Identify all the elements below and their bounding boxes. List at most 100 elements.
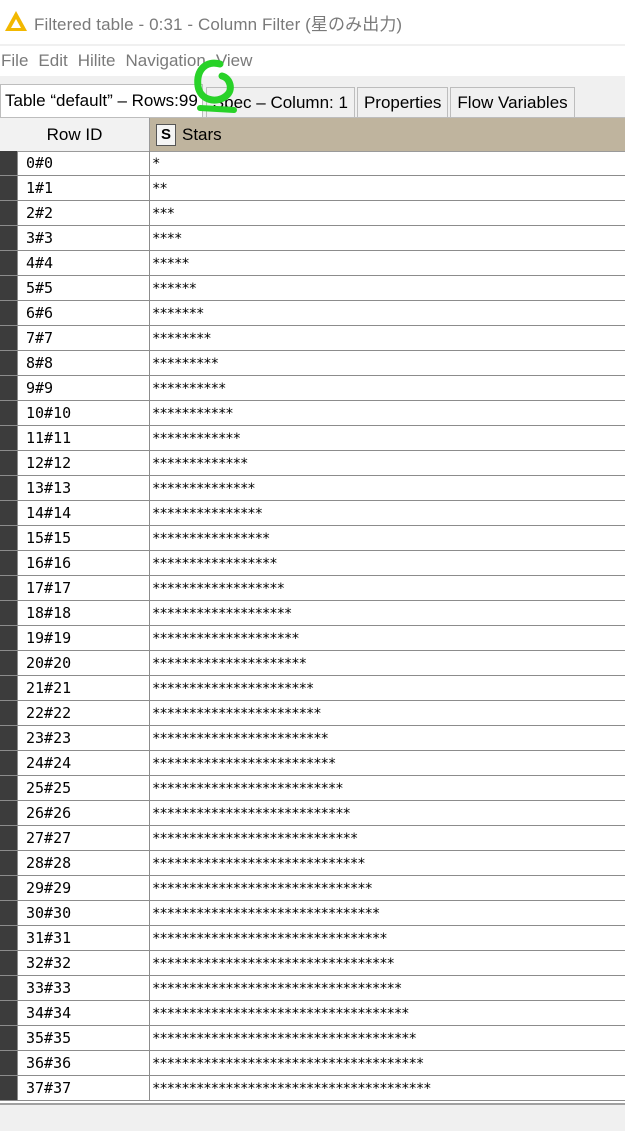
menu-file[interactable]: File bbox=[1, 51, 38, 71]
stars-cell[interactable]: **************************** bbox=[150, 826, 625, 850]
table-row[interactable]: 17#17 ****************** bbox=[0, 576, 625, 601]
stars-cell[interactable]: ******************************* bbox=[150, 901, 625, 925]
row-id-cell[interactable]: 4#4 bbox=[18, 251, 150, 275]
row-id-cell[interactable]: 12#12 bbox=[18, 451, 150, 475]
table-row[interactable]: 10#10 *********** bbox=[0, 401, 625, 426]
table-row[interactable]: 22#22 *********************** bbox=[0, 701, 625, 726]
stars-cell[interactable]: ************* bbox=[150, 451, 625, 475]
table-row[interactable]: 36#36 ***********************************… bbox=[0, 1051, 625, 1076]
stars-cell[interactable]: **** bbox=[150, 226, 625, 250]
table-row[interactable]: 9#9 ********** bbox=[0, 376, 625, 401]
stars-cell[interactable]: ***************************** bbox=[150, 851, 625, 875]
row-id-cell[interactable]: 29#29 bbox=[18, 876, 150, 900]
table-row[interactable]: 5#5 ****** bbox=[0, 276, 625, 301]
table-row[interactable]: 14#14 *************** bbox=[0, 501, 625, 526]
row-id-cell[interactable]: 27#27 bbox=[18, 826, 150, 850]
row-id-cell[interactable]: 30#30 bbox=[18, 901, 150, 925]
row-id-cell[interactable]: 10#10 bbox=[18, 401, 150, 425]
stars-cell[interactable]: ************************* bbox=[150, 751, 625, 775]
row-id-cell[interactable]: 32#32 bbox=[18, 951, 150, 975]
table-row[interactable]: 0#0 * bbox=[0, 151, 625, 176]
stars-cell[interactable]: ************************** bbox=[150, 776, 625, 800]
stars-cell[interactable]: ********************* bbox=[150, 651, 625, 675]
menu-edit[interactable]: Edit bbox=[38, 51, 77, 71]
row-id-cell[interactable]: 14#14 bbox=[18, 501, 150, 525]
row-id-cell[interactable]: 17#17 bbox=[18, 576, 150, 600]
stars-cell[interactable]: ********* bbox=[150, 351, 625, 375]
table-row[interactable]: 1#1 ** bbox=[0, 176, 625, 201]
stars-cell[interactable]: * bbox=[150, 151, 625, 175]
stars-cell[interactable]: ****** bbox=[150, 276, 625, 300]
menu-hilite[interactable]: Hilite bbox=[78, 51, 126, 71]
stars-cell[interactable]: *********************** bbox=[150, 701, 625, 725]
stars-cell[interactable]: ******** bbox=[150, 326, 625, 350]
table-row[interactable]: 35#35 ***********************************… bbox=[0, 1026, 625, 1051]
table-row[interactable]: 21#21 ********************** bbox=[0, 676, 625, 701]
stars-cell[interactable]: ************************************* bbox=[150, 1051, 625, 1075]
table-row[interactable]: 7#7 ******** bbox=[0, 326, 625, 351]
row-id-cell[interactable]: 2#2 bbox=[18, 201, 150, 225]
stars-cell[interactable]: *************************** bbox=[150, 801, 625, 825]
row-id-cell[interactable]: 35#35 bbox=[18, 1026, 150, 1050]
column-header-stars[interactable]: S Stars bbox=[150, 118, 625, 151]
stars-cell[interactable]: ************************************** bbox=[150, 1076, 625, 1100]
row-id-cell[interactable]: 16#16 bbox=[18, 551, 150, 575]
stars-cell[interactable]: ****************************** bbox=[150, 876, 625, 900]
row-id-cell[interactable]: 1#1 bbox=[18, 176, 150, 200]
stars-cell[interactable]: ************** bbox=[150, 476, 625, 500]
table-row[interactable]: 19#19 ******************** bbox=[0, 626, 625, 651]
stars-cell[interactable]: ********************************** bbox=[150, 976, 625, 1000]
row-id-cell[interactable]: 23#23 bbox=[18, 726, 150, 750]
row-id-cell[interactable]: 22#22 bbox=[18, 701, 150, 725]
table-row[interactable]: 33#33 ********************************** bbox=[0, 976, 625, 1001]
stars-cell[interactable]: *********************************** bbox=[150, 1001, 625, 1025]
row-id-cell[interactable]: 6#6 bbox=[18, 301, 150, 325]
horizontal-scrollbar[interactable] bbox=[0, 1105, 625, 1131]
stars-cell[interactable]: *************** bbox=[150, 501, 625, 525]
row-id-cell[interactable]: 33#33 bbox=[18, 976, 150, 1000]
row-id-cell[interactable]: 34#34 bbox=[18, 1001, 150, 1025]
table-row[interactable]: 29#29 ****************************** bbox=[0, 876, 625, 901]
row-id-cell[interactable]: 25#25 bbox=[18, 776, 150, 800]
table-row[interactable]: 32#32 ********************************* bbox=[0, 951, 625, 976]
row-id-cell[interactable]: 5#5 bbox=[18, 276, 150, 300]
row-id-cell[interactable]: 26#26 bbox=[18, 801, 150, 825]
row-id-cell[interactable]: 19#19 bbox=[18, 626, 150, 650]
tab-spec[interactable]: Spec – Column: 1 bbox=[205, 87, 355, 117]
table-row[interactable]: 8#8 ********* bbox=[0, 351, 625, 376]
table-row[interactable]: 12#12 ************* bbox=[0, 451, 625, 476]
table-row[interactable]: 13#13 ************** bbox=[0, 476, 625, 501]
stars-cell[interactable]: ***** bbox=[150, 251, 625, 275]
stars-cell[interactable]: *** bbox=[150, 201, 625, 225]
table-row[interactable]: 18#18 ******************* bbox=[0, 601, 625, 626]
row-id-cell[interactable]: 31#31 bbox=[18, 926, 150, 950]
row-id-cell[interactable]: 21#21 bbox=[18, 676, 150, 700]
table-row[interactable]: 34#34 *********************************** bbox=[0, 1001, 625, 1026]
stars-cell[interactable]: ************ bbox=[150, 426, 625, 450]
table-row[interactable]: 31#31 ******************************** bbox=[0, 926, 625, 951]
stars-cell[interactable]: ***************** bbox=[150, 551, 625, 575]
row-id-cell[interactable]: 36#36 bbox=[18, 1051, 150, 1075]
table-row[interactable]: 23#23 ************************ bbox=[0, 726, 625, 751]
row-id-cell[interactable]: 18#18 bbox=[18, 601, 150, 625]
table-row[interactable]: 11#11 ************ bbox=[0, 426, 625, 451]
table-row[interactable]: 3#3 **** bbox=[0, 226, 625, 251]
row-id-cell[interactable]: 0#0 bbox=[18, 151, 150, 175]
table-row[interactable]: 20#20 ********************* bbox=[0, 651, 625, 676]
row-id-cell[interactable]: 37#37 bbox=[18, 1076, 150, 1100]
row-id-cell[interactable]: 11#11 bbox=[18, 426, 150, 450]
table-row[interactable]: 27#27 **************************** bbox=[0, 826, 625, 851]
row-id-cell[interactable]: 15#15 bbox=[18, 526, 150, 550]
table-row[interactable]: 15#15 **************** bbox=[0, 526, 625, 551]
stars-cell[interactable]: **************** bbox=[150, 526, 625, 550]
stars-cell[interactable]: ********** bbox=[150, 376, 625, 400]
table-row[interactable]: 26#26 *************************** bbox=[0, 801, 625, 826]
row-id-cell[interactable]: 28#28 bbox=[18, 851, 150, 875]
stars-cell[interactable]: ********************** bbox=[150, 676, 625, 700]
rowid-header[interactable]: Row ID bbox=[0, 118, 150, 151]
stars-cell[interactable]: ************************************ bbox=[150, 1026, 625, 1050]
stars-cell[interactable]: *********** bbox=[150, 401, 625, 425]
table-row[interactable]: 2#2 *** bbox=[0, 201, 625, 226]
stars-cell[interactable]: ************************ bbox=[150, 726, 625, 750]
table-row[interactable]: 24#24 ************************* bbox=[0, 751, 625, 776]
